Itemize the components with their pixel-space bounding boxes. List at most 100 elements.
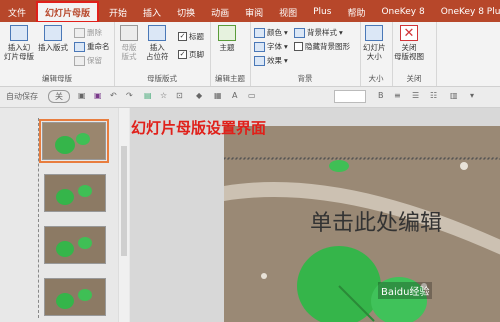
group-label-size: 大小 xyxy=(368,74,384,83)
tab-review[interactable]: 审阅 xyxy=(237,2,271,22)
bold-icon[interactable]: B xyxy=(378,91,384,100)
rename-button[interactable]: 重命名 xyxy=(74,41,110,52)
tab-insert[interactable]: 插入 xyxy=(135,2,169,22)
slide-title-placeholder[interactable]: 单击此处编辑 xyxy=(310,205,442,237)
colors-label: 颜色 xyxy=(267,28,282,37)
layout-thumbnail-2-image xyxy=(45,227,105,263)
watermark: Baidu经验 xyxy=(378,282,433,299)
hide-background-checkbox[interactable]: 隐藏背景图形 xyxy=(294,41,350,52)
master-layout-label-1: 母版 xyxy=(121,43,137,52)
fonts-button[interactable]: 字体 ▾ xyxy=(254,41,288,52)
align-icon[interactable]: ≡ xyxy=(394,91,401,100)
group-size: 幻灯片 大小 大小 xyxy=(360,22,393,86)
numbering-icon[interactable]: ☷ xyxy=(430,91,437,100)
save-as-icon[interactable]: ▣ xyxy=(94,91,102,100)
preserve-label: 保留 xyxy=(87,56,102,65)
tab-view[interactable]: 视图 xyxy=(271,2,305,22)
delete-button[interactable]: 删除 xyxy=(74,27,102,38)
tab-file[interactable]: 文件 xyxy=(0,2,34,22)
save-icon[interactable]: ▣ xyxy=(78,91,86,100)
group-label-edit-theme: 编辑主题 xyxy=(215,74,245,83)
redo-icon[interactable]: ↷ xyxy=(126,91,133,100)
image-icon[interactable]: ▦ xyxy=(214,91,222,100)
more-icon[interactable]: ▾ xyxy=(470,91,474,100)
master-layout-icon xyxy=(120,25,138,41)
group-master-layout: 母版 版式 插入 占位符 ✓ 标题 ✓ 页脚 母版版式 xyxy=(114,22,211,86)
thumbnail-scrollbar[interactable] xyxy=(118,108,129,322)
undo-icon[interactable]: ↶ xyxy=(110,91,117,100)
tab-home[interactable]: 开始 xyxy=(101,2,135,22)
delete-icon xyxy=(74,27,85,38)
insert-layout-icon xyxy=(44,25,62,41)
colors-button[interactable]: 颜色 ▾ xyxy=(254,27,288,38)
text-icon[interactable]: A xyxy=(232,91,237,100)
shape-icon[interactable]: ◆ xyxy=(196,91,202,100)
theme-label: 主题 xyxy=(219,43,235,52)
hide-background-label: 隐藏背景图形 xyxy=(305,42,350,51)
close-master-view-button[interactable]: ✕ 关闭 母版视图 xyxy=(394,25,424,61)
insert-slide-master-button[interactable]: 插入幻 灯片母版 xyxy=(4,25,34,61)
tab-onekey8[interactable]: OneKey 8 xyxy=(373,2,432,22)
tab-transitions[interactable]: 切换 xyxy=(169,2,203,22)
tab-slide-master[interactable]: 幻灯片母版 xyxy=(36,1,100,23)
tab-animations[interactable]: 动画 xyxy=(203,2,237,22)
tab-plus[interactable]: Plus xyxy=(305,2,339,22)
group-label-master-layout: 母版版式 xyxy=(147,74,177,83)
insert-layout-button[interactable]: 插入版式 xyxy=(38,25,68,52)
layout-thumbnail-1[interactable] xyxy=(44,174,106,212)
footer-checkbox-label: 页脚 xyxy=(189,50,204,59)
slide-size-label-1: 幻灯片 xyxy=(363,43,386,52)
ribbon-tab-bar: 文件 幻灯片母版 开始 插入 切换 动画 审阅 视图 Plus 帮助 OneKe… xyxy=(0,0,500,23)
close-label-2: 母版视图 xyxy=(394,52,424,61)
preserve-button[interactable]: 保留 xyxy=(74,55,102,66)
preserve-icon xyxy=(74,55,85,66)
slide-thumbnail-pane xyxy=(0,108,130,322)
insert-placeholder-label-2: 占位符 xyxy=(146,52,169,61)
fonts-dropdown-icon: ▾ xyxy=(284,42,288,51)
thumbnail-scrollbar-thumb[interactable] xyxy=(121,146,127,256)
format-icon[interactable]: ▤ xyxy=(144,91,152,100)
tab-help[interactable]: 帮助 xyxy=(339,2,373,22)
theme-button[interactable]: 主题 xyxy=(218,25,236,52)
ribbon: 插入幻 灯片母版 插入版式 删除 重命名 保留 编辑母版 母版 版式 插入 占位… xyxy=(0,22,500,87)
footer-checkbox[interactable]: ✓ 页脚 xyxy=(178,49,204,60)
tab-onekey8-plus[interactable]: OneKey 8 Plus xyxy=(433,2,500,22)
insert-master-icon xyxy=(10,25,28,41)
textbox-icon[interactable]: ▭ xyxy=(248,91,256,100)
master-thumbnail-image xyxy=(43,123,105,159)
font-size-dropdown[interactable] xyxy=(334,90,366,103)
group-label-background: 背景 xyxy=(297,74,313,83)
star-icon[interactable]: ☆ xyxy=(160,91,167,100)
footer-check-icon: ✓ xyxy=(178,50,187,59)
bullets-icon[interactable]: ☰ xyxy=(412,91,419,100)
effects-button[interactable]: 效果 ▾ xyxy=(254,55,288,66)
insert-placeholder-label-1: 插入 xyxy=(149,43,165,52)
rename-icon xyxy=(74,41,85,52)
delete-label: 删除 xyxy=(87,28,102,37)
effects-icon xyxy=(254,55,265,66)
autosave-toggle[interactable]: 关 xyxy=(48,90,70,103)
title-checkbox[interactable]: ✓ 标题 xyxy=(178,31,204,42)
master-slide-thumbnail[interactable] xyxy=(39,119,109,163)
insert-placeholder-button[interactable]: 插入 占位符 xyxy=(146,25,169,61)
master-layout-button[interactable]: 母版 版式 xyxy=(120,25,138,61)
layout-thumbnail-3[interactable] xyxy=(44,278,106,316)
layout-thumbnail-2[interactable] xyxy=(44,226,106,264)
insert-layout-label: 插入版式 xyxy=(38,43,68,52)
colors-dropdown-icon: ▾ xyxy=(284,28,288,37)
master-layout-label-2: 版式 xyxy=(121,52,137,61)
insert-master-label-2: 灯片母版 xyxy=(4,52,34,61)
insert-master-label-1: 插入幻 xyxy=(7,43,31,52)
slide-size-label-2: 大小 xyxy=(366,52,382,61)
insert-placeholder-icon xyxy=(148,25,167,41)
slide-size-button[interactable]: 幻灯片 大小 xyxy=(363,25,386,61)
columns-icon[interactable]: ▥ xyxy=(450,91,458,100)
font-name-dropdown[interactable] xyxy=(266,90,326,101)
lock-icon[interactable]: ⊡ xyxy=(176,91,183,100)
background-styles-button[interactable]: 背景样式 ▾ xyxy=(294,27,343,38)
effects-dropdown-icon: ▾ xyxy=(284,56,288,65)
layout-thumbnail-1-image xyxy=(45,175,105,211)
background-styles-dropdown-icon: ▾ xyxy=(339,28,343,37)
group-edit-master: 插入幻 灯片母版 插入版式 删除 重命名 保留 编辑母版 xyxy=(0,22,115,86)
group-edit-theme: 主题 编辑主题 xyxy=(210,22,251,86)
